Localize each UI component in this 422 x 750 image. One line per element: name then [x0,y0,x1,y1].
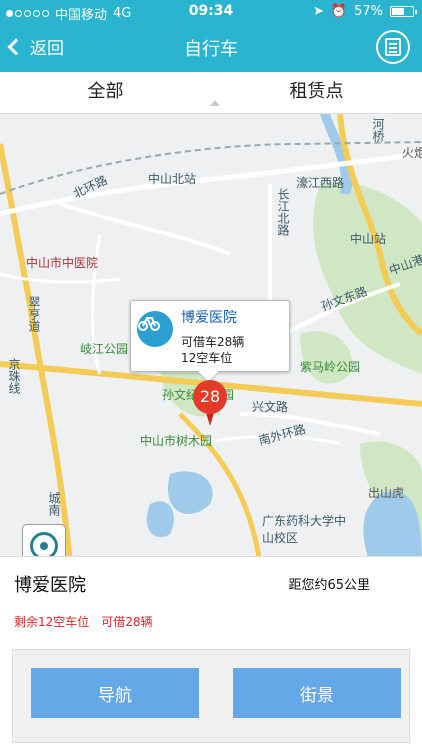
map-label: 河桥 [371,118,385,142]
map-label: 紫马岭公园 [300,360,361,374]
nav-bar: 返回 自行车 [0,24,422,72]
pin-count: 28 [193,380,227,414]
tab-all[interactable]: 全部 [0,72,211,113]
action-area: 导航 街景 [12,649,410,743]
distance: 距您约65公里 [288,578,370,593]
navigate-button[interactable]: 导航 [31,668,199,718]
map-label: 火炬 [402,146,422,160]
map-label: 中山站 [350,232,387,246]
map-label: 长江北路 [276,188,290,236]
station-callout[interactable]: 博爱医院 可借车28辆 12空车位 [130,300,290,372]
battery-icon [390,6,417,17]
callout-slots: 12空车位 [181,351,233,365]
map-label: 出山虎 [368,486,405,500]
map-label: 中山市树木园 [140,434,213,448]
battery-percent: 57% [354,4,383,19]
available-bikes: 可借28辆 [101,615,153,629]
map-label: 城南 [47,492,61,516]
empty-slots: 剩余12空车位 [14,615,90,629]
list-doc-icon [385,38,401,56]
callout-station-name: 博爱医院 [181,310,237,326]
map-label: 濠江西路 [296,176,345,190]
map-label: 中山市中医院 [26,256,99,270]
station-detail-panel: 博爱医院 距您约65公里 剩余12空车位 可借28辆 导航 街景 [0,556,422,750]
map-label: 兴文路 [252,400,289,414]
availability: 剩余12空车位 可借28辆 [14,613,153,630]
page-title: 自行车 [184,39,238,60]
segment-tabs: 全部 租赁点 [0,72,422,114]
callout-bikes: 可借车28辆 [181,335,245,349]
alarm-icon: ⏰ [330,4,348,19]
map-view[interactable]: 中山北站 北环路 中山市中医院 翠亨道 岐江公园 京珠线 孙文纪念公园 孙文东路… [0,114,422,564]
streetview-button[interactable]: 街景 [233,668,401,718]
top-bar: 中国移动 4G 09:34 ➤ ⏰ 57% 返回 自行车 [0,0,422,72]
location-arrow-icon: ➤ [313,4,324,19]
status-bar: 中国移动 4G 09:34 ➤ ⏰ 57% [0,0,422,24]
map-label: 岐江公园 [80,342,129,356]
tab-indicator [210,100,220,106]
map-label: 翠亨道 [27,296,41,332]
tab-rental-points[interactable]: 租赁点 [211,72,422,113]
station-name: 博爱医院 [14,575,86,596]
map-label: 京珠线 [7,358,21,394]
map-label: 中山北站 [148,172,197,186]
list-button[interactable] [376,30,410,64]
map-label: 广东药科大学中山校区 [262,514,347,545]
bike-icon [137,311,173,347]
station-pin[interactable]: 28 [193,380,227,430]
